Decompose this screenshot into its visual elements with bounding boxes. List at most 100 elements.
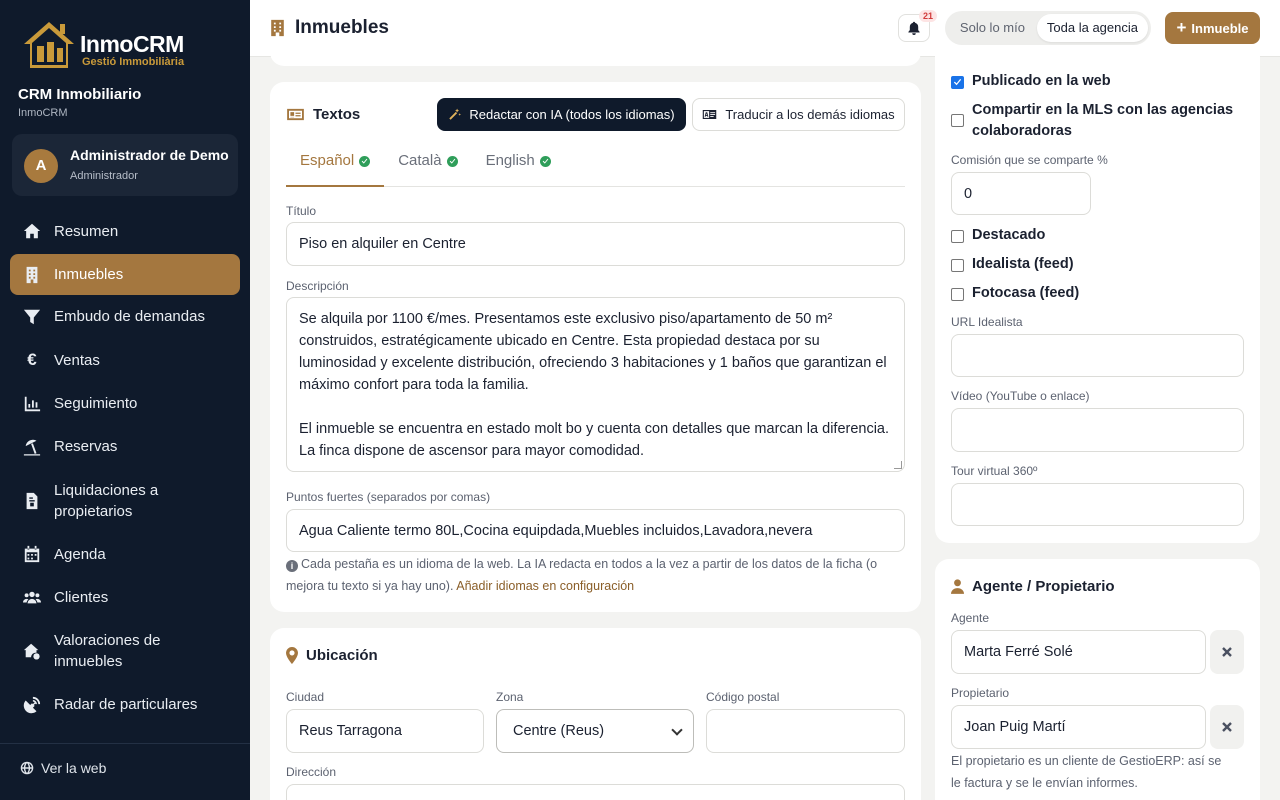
idealista-label: Idealista (feed) [972, 256, 1074, 272]
logo-subtitle: Gestió Immobiliària [82, 56, 185, 68]
close-icon [1222, 722, 1232, 732]
users-icon [22, 588, 42, 608]
destacado-checkbox[interactable] [951, 230, 964, 243]
sidebar-item-label: Embudo de demandas [54, 308, 205, 325]
ai-write-label: Redactar con IA (todos los idiomas) [469, 107, 675, 122]
sidebar-item-resumen[interactable]: Resumen [10, 210, 240, 252]
mls-checkbox[interactable] [951, 114, 964, 127]
info-icon: i [286, 560, 298, 572]
sidebar-item-reservas[interactable]: Reservas [10, 425, 240, 468]
ciudad-label: Ciudad [286, 690, 325, 704]
user-card[interactable]: A Administrador de Demo Administrador [12, 134, 238, 196]
tab-english[interactable]: English [472, 152, 565, 187]
crm-title: CRM Inmobiliario [18, 86, 142, 103]
publicado-label: Publicado en la web [972, 73, 1111, 89]
magic-wand-icon [449, 108, 462, 120]
direccion-input[interactable] [286, 784, 905, 800]
notifications-button[interactable]: 21 [898, 10, 937, 42]
calendar-icon [22, 544, 42, 564]
language-tabs: Español Català English [286, 152, 905, 187]
textos-hint: i Cada pestaña es un idioma de la web. La… [286, 553, 905, 597]
sidebar-item-label: Valoraciones de inmuebles [54, 632, 161, 670]
language-icon [703, 110, 717, 119]
mls-checkbox-row[interactable]: Compartir en la MLS con las agencias col… [951, 100, 1241, 142]
bell-icon [908, 21, 920, 35]
globe-icon [20, 761, 34, 775]
fotocasa-checkbox-row[interactable]: Fotocasa (feed) [951, 285, 1079, 301]
chart-icon [22, 394, 42, 414]
scope-option-mine[interactable]: Solo lo mío [948, 14, 1037, 42]
zona-select[interactable]: Centre (Reus) [496, 709, 694, 753]
url-idealista-input[interactable] [951, 334, 1244, 377]
clear-agente-button[interactable] [1210, 630, 1244, 674]
building-icon [22, 265, 42, 285]
url-idealista-label: URL Idealista [951, 315, 1023, 329]
descripcion-textarea[interactable]: Se alquila por 1100 €/mes. Presentamos e… [286, 297, 905, 472]
cp-input[interactable] [706, 709, 905, 753]
destacado-label: Destacado [972, 227, 1046, 243]
textos-title: Textos [286, 106, 360, 123]
scope-toggle: Solo lo mío Toda la agencia [945, 11, 1151, 45]
add-property-label: Inmueble [1191, 20, 1249, 36]
sidebar-item-label: Ventas [54, 351, 100, 369]
translate-label: Traducir a los demás idiomas [725, 107, 895, 122]
sidebar-item-valoraciones[interactable]: Valoraciones de inmuebles [10, 620, 240, 682]
previous-card-bottom [270, 50, 921, 66]
user-role: Administrador [70, 170, 138, 182]
video-input[interactable] [951, 408, 1244, 452]
tab-espanol[interactable]: Español [286, 152, 385, 187]
idealista-checkbox-row[interactable]: Idealista (feed) [951, 256, 1074, 272]
tab-label: Español [300, 152, 355, 169]
sidebar-item-inmuebles[interactable]: Inmuebles [10, 254, 240, 295]
publicado-checkbox[interactable] [951, 76, 964, 89]
scope-option-agency[interactable]: Toda la agencia [1036, 14, 1148, 42]
agente-input[interactable]: Marta Ferré Solé [951, 630, 1206, 674]
propietario-label: Propietario [951, 686, 1010, 700]
building-icon [271, 19, 284, 37]
ubicacion-title-text: Ubicación [306, 647, 378, 664]
puntos-input[interactable]: Agua Caliente termo 80L,Cocina equipdada… [286, 509, 905, 552]
sidebar-item-seguimiento[interactable]: Seguimiento [10, 382, 240, 425]
publicado-checkbox-row[interactable]: Publicado en la web [951, 73, 1111, 89]
ai-write-button[interactable]: Redactar con IA (todos los idiomas) [437, 98, 686, 131]
titulo-label: Título [286, 204, 317, 218]
tour-input[interactable] [951, 483, 1244, 526]
view-web-link[interactable]: Ver la web [20, 760, 106, 776]
descripcion-paragraph: El inmueble se encuentra en estado molt … [299, 421, 890, 459]
tour-label: Tour virtual 360º [951, 464, 1038, 478]
sidebar-item-ventas[interactable]: € Ventas [10, 338, 240, 382]
sidebar-item-clientes[interactable]: Clientes [10, 575, 240, 620]
translate-button[interactable]: Traducir a los demás idiomas [692, 98, 905, 131]
sidebar-item-label: Radar de particulares [54, 696, 198, 713]
sidebar-item-embudo[interactable]: Embudo de demandas [10, 295, 240, 338]
tab-catala[interactable]: Català [384, 152, 471, 187]
add-languages-link[interactable]: Añadir idiomas en configuración [456, 579, 634, 593]
sidebar-nav: Resumen Inmuebles Embudo de demandas € V… [10, 210, 240, 727]
descripcion-paragraph: Se alquila por 1100 €/mes. Presentamos e… [299, 311, 887, 393]
tab-label: English [485, 152, 535, 169]
clear-propietario-button[interactable] [1210, 705, 1244, 749]
invoice-icon [22, 491, 42, 511]
titulo-input[interactable]: Piso en alquiler en Centre [286, 222, 905, 266]
comision-input[interactable]: 0 [951, 172, 1091, 215]
resize-handle[interactable] [894, 461, 902, 469]
propietario-note: El propietario es un cliente de GestioER… [951, 754, 1222, 790]
propietario-input[interactable]: Joan Puig Martí [951, 705, 1206, 749]
add-property-button[interactable]: + Inmueble [1165, 12, 1260, 44]
sidebar-item-radar[interactable]: Radar de particulares [10, 682, 240, 727]
sidebar-item-agenda[interactable]: Agenda [10, 533, 240, 575]
logo[interactable]: InmoCRM Gestió Immobiliària [20, 18, 210, 72]
funnel-icon [22, 307, 42, 327]
logo-house-icon [24, 22, 74, 68]
fotocasa-checkbox[interactable] [951, 288, 964, 301]
tab-label: Català [398, 152, 442, 169]
ciudad-input[interactable]: Reus Tarragona [286, 709, 484, 753]
sidebar-item-label: Inmuebles [54, 266, 124, 283]
sidebar-divider [0, 743, 250, 744]
descripcion-label: Descripción [286, 279, 349, 293]
agente-title-text: Agente / Propietario [972, 578, 1115, 595]
sidebar-item-liquidaciones[interactable]: Liquidaciones a propietarios [10, 468, 240, 533]
check-circle-icon [359, 156, 371, 167]
idealista-checkbox[interactable] [951, 259, 964, 272]
destacado-checkbox-row[interactable]: Destacado [951, 227, 1045, 243]
